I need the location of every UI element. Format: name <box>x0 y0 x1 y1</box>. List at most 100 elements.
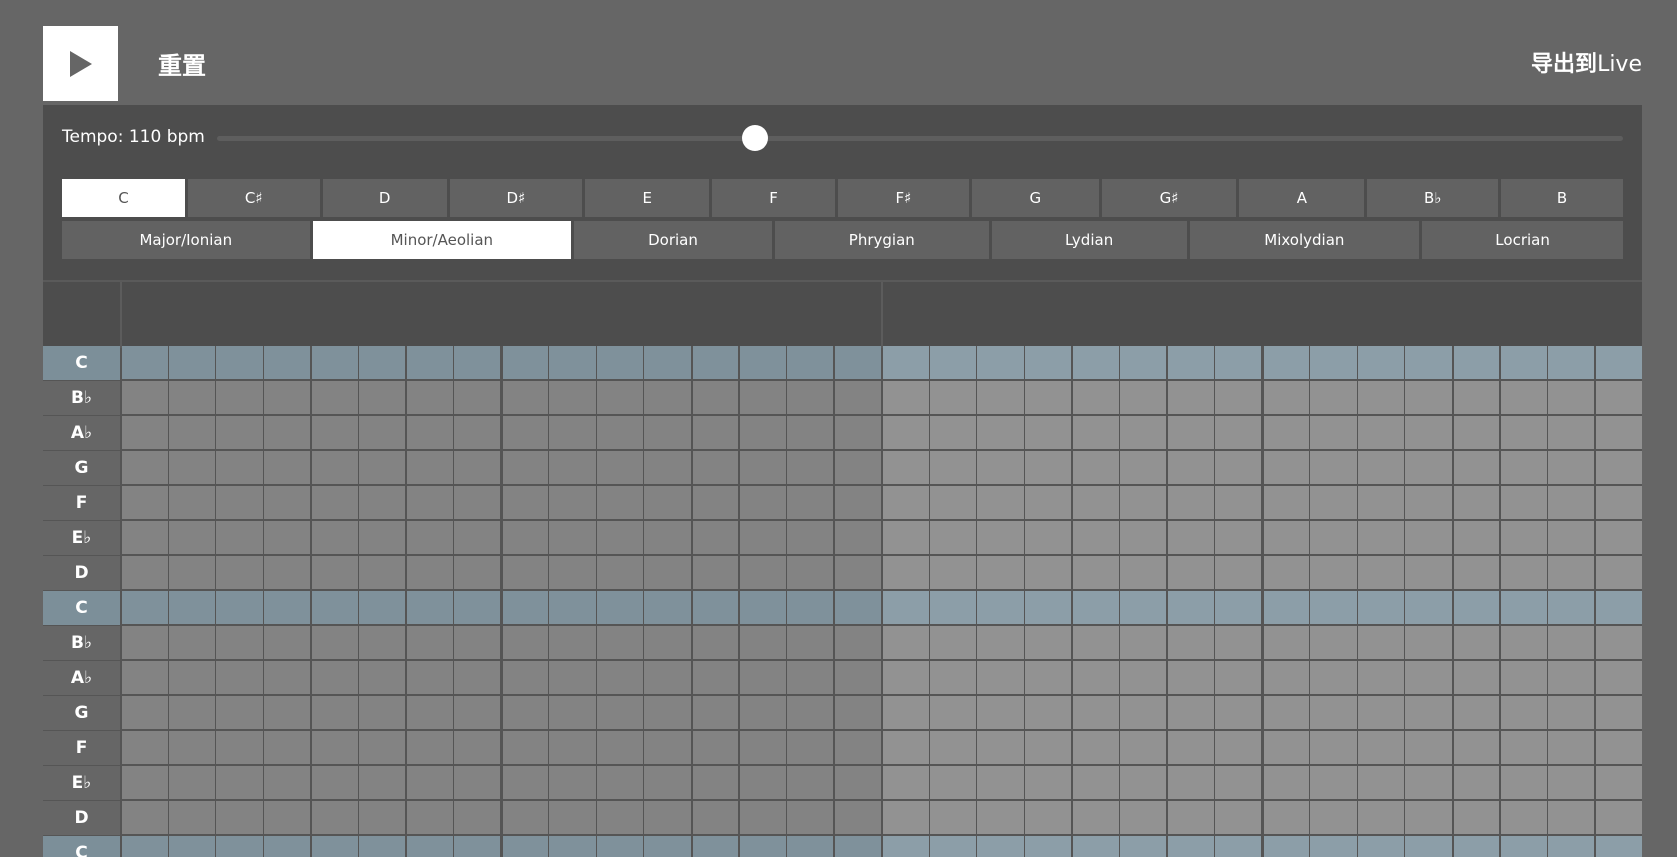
step-cell[interactable] <box>692 381 739 414</box>
step-cell[interactable] <box>359 521 406 554</box>
step-cell[interactable] <box>1073 731 1119 764</box>
step-cell[interactable] <box>1073 521 1119 554</box>
step-cell[interactable] <box>406 731 453 764</box>
step-cell[interactable] <box>1357 381 1405 414</box>
step-cell[interactable] <box>1024 661 1072 694</box>
step-cell[interactable] <box>929 556 977 589</box>
step-cell[interactable] <box>122 416 168 449</box>
step-cell[interactable] <box>1405 801 1452 834</box>
step-cell[interactable] <box>1453 766 1500 799</box>
step-cell[interactable] <box>1167 801 1214 834</box>
step-cell[interactable] <box>1405 661 1452 694</box>
step-cell[interactable] <box>787 661 834 694</box>
step-cell[interactable] <box>1500 416 1547 449</box>
mode-button-1[interactable]: Minor/Aeolian <box>312 221 572 259</box>
step-cell[interactable] <box>122 696 168 729</box>
step-cell[interactable] <box>406 766 453 799</box>
step-cell[interactable] <box>1024 346 1072 379</box>
step-cell[interactable] <box>216 731 263 764</box>
step-cell[interactable] <box>883 661 929 694</box>
step-cell[interactable] <box>1548 556 1595 589</box>
step-cell[interactable] <box>1073 766 1119 799</box>
step-cell[interactable] <box>977 486 1024 519</box>
step-cell[interactable] <box>359 626 406 659</box>
step-cell[interactable] <box>1405 346 1452 379</box>
step-cell[interactable] <box>1073 696 1119 729</box>
step-cell[interactable] <box>929 591 977 624</box>
step-cell[interactable] <box>977 556 1024 589</box>
step-cell[interactable] <box>883 556 929 589</box>
step-cell[interactable] <box>1453 836 1500 857</box>
step-cell[interactable] <box>454 696 501 729</box>
step-cell[interactable] <box>216 696 263 729</box>
step-cell[interactable] <box>263 416 311 449</box>
step-cell[interactable] <box>1167 346 1214 379</box>
step-cell[interactable] <box>739 381 786 414</box>
step-cell[interactable] <box>1310 661 1357 694</box>
step-cell[interactable] <box>1215 801 1262 834</box>
step-cell[interactable] <box>1548 521 1595 554</box>
step-cell[interactable] <box>644 556 691 589</box>
step-cell[interactable] <box>1024 591 1072 624</box>
step-cell[interactable] <box>1500 766 1547 799</box>
step-cell[interactable] <box>1500 731 1547 764</box>
step-cell[interactable] <box>502 416 549 449</box>
step-cell[interactable] <box>1548 731 1595 764</box>
step-cell[interactable] <box>644 346 691 379</box>
step-cell[interactable] <box>739 626 786 659</box>
step-cell[interactable] <box>1073 661 1119 694</box>
step-cell[interactable] <box>1453 696 1500 729</box>
step-cell[interactable] <box>1405 556 1452 589</box>
step-cell[interactable] <box>216 381 263 414</box>
step-cell[interactable] <box>1453 626 1500 659</box>
step-cell[interactable] <box>1024 836 1072 857</box>
step-cell[interactable] <box>406 346 453 379</box>
step-cell[interactable] <box>549 486 596 519</box>
step-cell[interactable] <box>692 731 739 764</box>
step-cell[interactable] <box>1215 416 1262 449</box>
step-cell[interactable] <box>502 486 549 519</box>
step-cell[interactable] <box>644 591 691 624</box>
step-cell[interactable] <box>1595 416 1642 449</box>
step-cell[interactable] <box>1357 451 1405 484</box>
step-cell[interactable] <box>1073 626 1119 659</box>
step-cell[interactable] <box>1073 836 1119 857</box>
step-cell[interactable] <box>596 346 644 379</box>
step-cell[interactable] <box>692 801 739 834</box>
key-button-4[interactable]: E <box>585 179 710 217</box>
step-cell[interactable] <box>787 486 834 519</box>
step-cell[interactable] <box>263 486 311 519</box>
step-cell[interactable] <box>1263 801 1310 834</box>
step-cell[interactable] <box>644 801 691 834</box>
step-cell[interactable] <box>502 731 549 764</box>
step-cell[interactable] <box>787 416 834 449</box>
step-cell[interactable] <box>1024 521 1072 554</box>
step-cell[interactable] <box>692 521 739 554</box>
step-cell[interactable] <box>168 801 216 834</box>
mode-button-5[interactable]: Mixolydian <box>1189 221 1420 259</box>
step-cell[interactable] <box>122 836 168 857</box>
step-cell[interactable] <box>549 591 596 624</box>
step-cell[interactable] <box>692 591 739 624</box>
step-cell[interactable] <box>168 556 216 589</box>
step-cell[interactable] <box>1357 836 1405 857</box>
step-cell[interactable] <box>549 696 596 729</box>
step-cell[interactable] <box>263 626 311 659</box>
step-cell[interactable] <box>122 661 168 694</box>
step-cell[interactable] <box>834 766 881 799</box>
step-cell[interactable] <box>502 801 549 834</box>
step-cell[interactable] <box>977 416 1024 449</box>
step-cell[interactable] <box>1120 381 1167 414</box>
step-cell[interactable] <box>1120 451 1167 484</box>
tempo-slider[interactable] <box>217 125 1623 151</box>
step-cell[interactable] <box>502 766 549 799</box>
step-cell[interactable] <box>1024 626 1072 659</box>
step-cell[interactable] <box>168 381 216 414</box>
step-cell[interactable] <box>1453 346 1500 379</box>
step-cell[interactable] <box>454 556 501 589</box>
step-cell[interactable] <box>1310 451 1357 484</box>
step-cell[interactable] <box>977 521 1024 554</box>
step-cell[interactable] <box>1405 416 1452 449</box>
step-cell[interactable] <box>1500 591 1547 624</box>
step-cell[interactable] <box>787 556 834 589</box>
